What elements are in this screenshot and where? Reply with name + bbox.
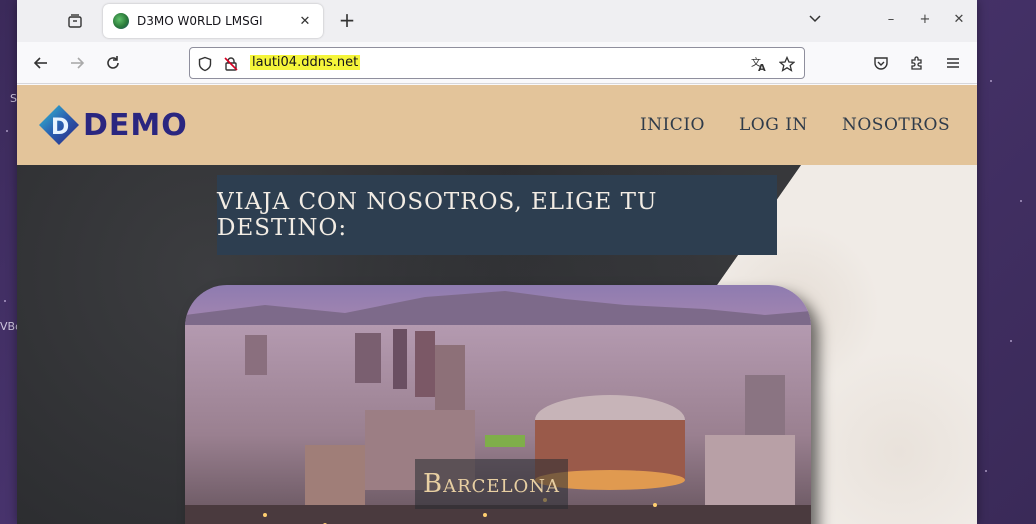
reload-icon[interactable] xyxy=(101,51,125,75)
desktop-icon-label[interactable]: S xyxy=(10,92,17,105)
site-logo[interactable]: D DEMO xyxy=(37,103,188,147)
extensions-icon[interactable] xyxy=(905,51,929,75)
tab-bar: D3MO W0RLD LMSGI ✕ + – + ✕ xyxy=(17,0,977,42)
site-header: D DEMO INICIO LOG IN NOSOTROS xyxy=(17,85,977,165)
hero-title-box: VIAJA CON NOSOTROS, ELIGE TU DESTINO: xyxy=(217,175,777,255)
insecure-lock-icon[interactable] xyxy=(222,55,240,73)
navigation-toolbar: lauti04.ddns.net 文A xyxy=(17,42,977,84)
forward-arrow-icon[interactable] xyxy=(65,51,89,75)
minimize-button[interactable]: – xyxy=(881,10,901,30)
bookmark-star-icon[interactable] xyxy=(778,55,796,73)
nav-link-login[interactable]: LOG IN xyxy=(739,115,808,135)
browser-tab[interactable]: D3MO W0RLD LMSGI ✕ xyxy=(103,4,323,38)
translate-icon[interactable]: 文A xyxy=(750,55,768,73)
hero-title: VIAJA CON NOSOTROS, ELIGE TU DESTINO: xyxy=(217,189,658,241)
shield-icon[interactable] xyxy=(196,55,214,73)
maximize-button[interactable]: + xyxy=(915,10,935,30)
svg-text:D: D xyxy=(51,115,69,140)
hero-section: VIAJA CON NOSOTROS, ELIGE TU DESTINO: Ba… xyxy=(17,165,977,524)
nav-link-inicio[interactable]: INICIO xyxy=(640,115,705,135)
page-viewport: D DEMO INICIO LOG IN NOSOTROS VIAJA CON … xyxy=(17,85,977,524)
svg-text:A: A xyxy=(758,63,766,73)
url-text[interactable]: lauti04.ddns.net xyxy=(250,55,361,70)
logo-text: DEMO xyxy=(83,107,188,143)
close-window-button[interactable]: ✕ xyxy=(949,10,969,30)
nav-link-nosotros[interactable]: NOSOTROS xyxy=(842,115,950,135)
globe-icon xyxy=(113,13,129,29)
logo-diamond-icon: D xyxy=(39,105,79,145)
new-tab-button[interactable]: + xyxy=(335,9,359,33)
menu-hamburger-icon[interactable] xyxy=(941,51,965,75)
destination-name: Barcelona xyxy=(423,469,561,499)
tab-title: D3MO W0RLD LMSGI xyxy=(137,14,263,28)
browser-window: D3MO W0RLD LMSGI ✕ + – + ✕ lauti04.ddns.… xyxy=(17,0,977,524)
close-tab-icon[interactable]: ✕ xyxy=(297,14,313,29)
back-arrow-icon[interactable] xyxy=(29,51,53,75)
address-bar[interactable]: lauti04.ddns.net 文A xyxy=(189,47,805,79)
pocket-icon[interactable] xyxy=(869,51,893,75)
chevron-down-icon[interactable] xyxy=(807,10,827,30)
tab-list-icon[interactable] xyxy=(64,10,86,32)
destination-label[interactable]: Barcelona xyxy=(415,459,569,509)
destination-card-barcelona[interactable]: Barcelona xyxy=(185,285,811,524)
